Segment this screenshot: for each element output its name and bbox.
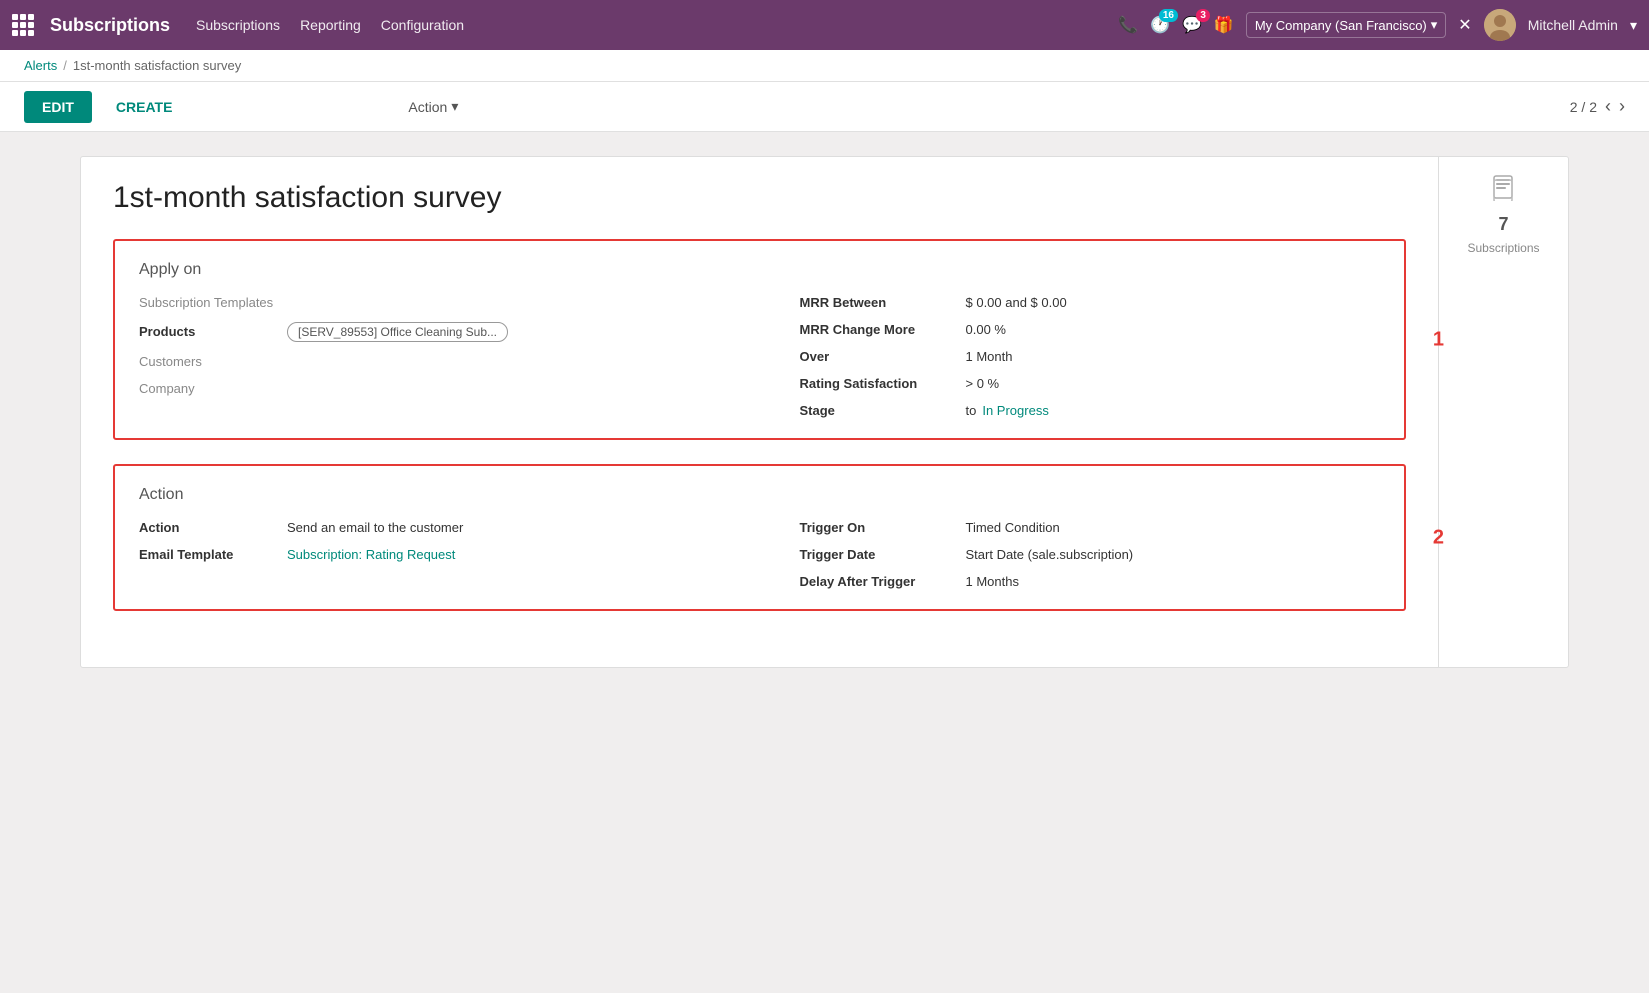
nav-links: Subscriptions Reporting Configuration <box>196 17 1102 33</box>
subscriptions-icon <box>1490 173 1518 208</box>
delay-trigger-label: Delay After Trigger <box>800 574 960 589</box>
clock-badge: 16 <box>1159 9 1178 22</box>
field-products: Products [SERV_89553] Office Cleaning Su… <box>139 322 760 342</box>
chevron-down-icon: ▾ <box>1431 17 1438 33</box>
side-panel: 7 Subscriptions <box>1438 157 1568 667</box>
message-icon[interactable]: 💬 3 <box>1182 15 1202 35</box>
stage-label: Stage <box>800 403 960 418</box>
nav-configuration[interactable]: Configuration <box>381 17 464 33</box>
message-badge: 3 <box>1196 9 1210 22</box>
action-button[interactable]: Action ▾ <box>396 90 470 123</box>
section2-number: 2 <box>1433 526 1444 549</box>
field-delay-trigger: Delay After Trigger 1 Months <box>800 574 1381 589</box>
company-name: My Company (San Francisco) <box>1255 18 1427 33</box>
record-title: 1st-month satisfaction survey <box>113 181 1406 215</box>
field-action-type: Action Send an email to the customer <box>139 520 760 535</box>
field-over: Over 1 Month <box>800 349 1381 364</box>
products-label: Products <box>139 324 279 339</box>
section2-right: Trigger On Timed Condition Trigger Date … <box>760 520 1381 589</box>
main-content: 7 Subscriptions 1st-month satisfaction s… <box>0 132 1649 692</box>
mrr-change-value: 0.00 % <box>966 322 1006 337</box>
section1-left: Subscription Templates Products [SERV_89… <box>139 295 760 418</box>
nav-reporting[interactable]: Reporting <box>300 17 361 33</box>
mrr-between-value: $ 0.00 and $ 0.00 <box>966 295 1067 310</box>
mrr-between-label: MRR Between <box>800 295 960 310</box>
email-template-value[interactable]: Subscription: Rating Request <box>287 547 455 562</box>
rating-label: Rating Satisfaction <box>800 376 960 391</box>
section1-number: 1 <box>1433 328 1444 351</box>
subscription-templates-label: Subscription Templates <box>139 295 279 310</box>
action-type-value: Send an email to the customer <box>287 520 463 535</box>
record-inner: 1st-month satisfaction survey Apply on 1… <box>81 157 1438 667</box>
prev-record-button[interactable]: ‹ <box>1605 96 1611 117</box>
company-label: Company <box>139 381 279 396</box>
delay-trigger-value: 1 Months <box>966 574 1019 589</box>
close-icon[interactable]: ✕ <box>1458 15 1471 35</box>
side-count: 7 <box>1498 214 1508 235</box>
products-value: [SERV_89553] Office Cleaning Sub... <box>287 322 508 342</box>
action-bar: EDIT CREATE Action ▾ 2 / 2 ‹ › <box>0 82 1649 132</box>
breadcrumb: Alerts / 1st-month satisfaction survey <box>0 50 1649 82</box>
section2-left: Action Send an email to the customer Ema… <box>139 520 760 589</box>
record-card: 7 Subscriptions 1st-month satisfaction s… <box>80 156 1569 668</box>
next-record-button[interactable]: › <box>1619 96 1625 117</box>
breadcrumb-separator: / <box>63 58 67 73</box>
field-trigger-on: Trigger On Timed Condition <box>800 520 1381 535</box>
trigger-date-value: Start Date (sale.subscription) <box>966 547 1134 562</box>
create-button[interactable]: CREATE <box>104 91 185 123</box>
email-template-label: Email Template <box>139 547 279 562</box>
section1-heading: Apply on <box>139 261 1380 279</box>
section2-grid: Action Send an email to the customer Ema… <box>139 520 1380 589</box>
field-email-template: Email Template Subscription: Rating Requ… <box>139 547 760 562</box>
user-name[interactable]: Mitchell Admin <box>1528 17 1618 33</box>
phone-icon[interactable]: 📞 <box>1118 15 1138 35</box>
stage-to: to <box>966 403 977 418</box>
action-type-label: Action <box>139 520 279 535</box>
pagination-text: 2 / 2 <box>1570 99 1597 115</box>
breadcrumb-current: 1st-month satisfaction survey <box>73 58 241 73</box>
field-mrr-between: MRR Between $ 0.00 and $ 0.00 <box>800 295 1381 310</box>
section2-heading: Action <box>139 486 1380 504</box>
action-button-label: Action <box>408 99 447 115</box>
edit-button[interactable]: EDIT <box>24 91 92 123</box>
avatar[interactable] <box>1484 9 1516 41</box>
over-value: 1 Month <box>966 349 1013 364</box>
trigger-date-label: Trigger Date <box>800 547 960 562</box>
field-subscription-templates: Subscription Templates <box>139 295 760 310</box>
action-dropdown-icon: ▾ <box>451 98 458 115</box>
over-label: Over <box>800 349 960 364</box>
company-selector[interactable]: My Company (San Francisco) ▾ <box>1246 12 1446 38</box>
app-title: Subscriptions <box>50 15 170 36</box>
field-company: Company <box>139 381 760 396</box>
field-rating-satisfaction: Rating Satisfaction > 0 % <box>800 376 1381 391</box>
user-dropdown-icon: ▾ <box>1630 17 1637 34</box>
clock-icon[interactable]: 🕐 16 <box>1150 15 1170 35</box>
field-customers: Customers <box>139 354 760 369</box>
trigger-on-value: Timed Condition <box>966 520 1060 535</box>
section1-right: MRR Between $ 0.00 and $ 0.00 MRR Change… <box>760 295 1381 418</box>
trigger-on-label: Trigger On <box>800 520 960 535</box>
section-apply-on: Apply on 1 Subscription Templates Produc… <box>113 239 1406 440</box>
mrr-change-label: MRR Change More <box>800 322 960 337</box>
gift-icon[interactable]: 🎁 <box>1214 15 1234 35</box>
top-navigation: Subscriptions Subscriptions Reporting Co… <box>0 0 1649 50</box>
side-label: Subscriptions <box>1467 241 1539 255</box>
stage-value: In Progress <box>982 403 1048 418</box>
breadcrumb-parent[interactable]: Alerts <box>24 58 57 73</box>
field-mrr-change: MRR Change More 0.00 % <box>800 322 1381 337</box>
field-stage: Stage to In Progress <box>800 403 1381 418</box>
field-trigger-date: Trigger Date Start Date (sale.subscripti… <box>800 547 1381 562</box>
app-grid-icon[interactable] <box>12 14 34 36</box>
customers-label: Customers <box>139 354 279 369</box>
nav-icons: 📞 🕐 16 💬 3 🎁 My Company (San Francisco) … <box>1118 9 1637 41</box>
nav-subscriptions[interactable]: Subscriptions <box>196 17 280 33</box>
section-action: Action 2 Action Send an email to the cus… <box>113 464 1406 611</box>
section1-grid: Subscription Templates Products [SERV_89… <box>139 295 1380 418</box>
pagination: 2 / 2 ‹ › <box>1570 96 1625 117</box>
rating-value: > 0 % <box>966 376 1000 391</box>
